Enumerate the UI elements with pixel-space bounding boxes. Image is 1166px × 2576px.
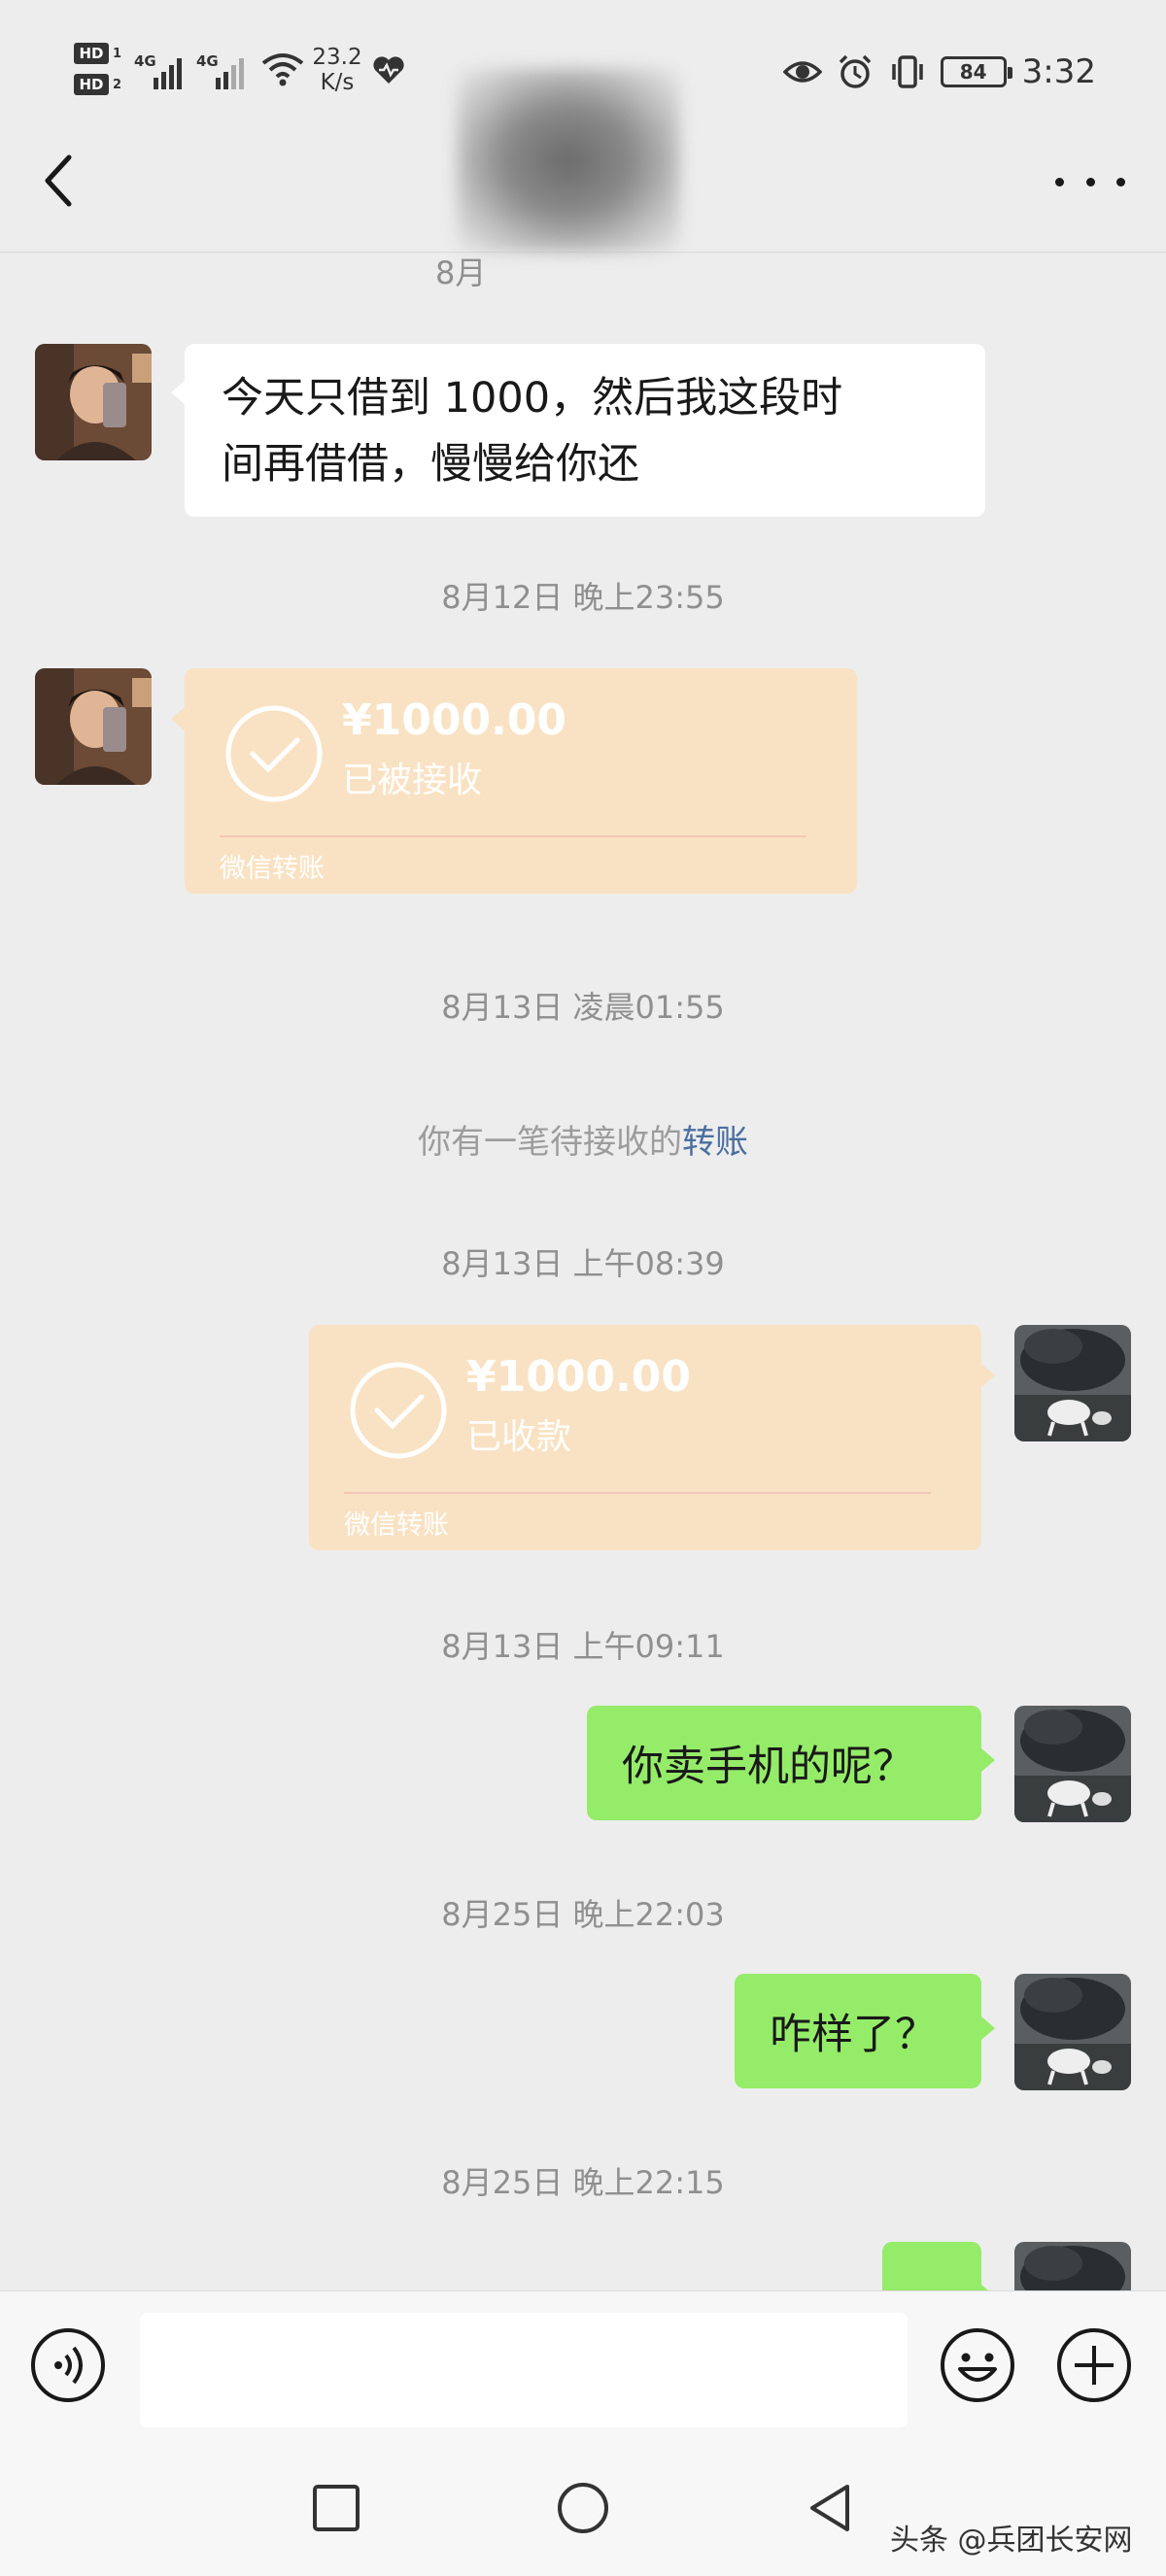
timestamp: 8月13日 上午08:39 [441,1245,725,1282]
watermark: 头条 @兵团长安网 [890,2524,1133,2558]
transfer-divider [220,835,806,837]
hd1-sub: 1 [113,47,122,61]
redacted-contact-name [457,68,680,253]
timestamp: 8月25日 晚上22:03 [441,1896,725,1933]
vibrate-icon [891,55,923,88]
contact-avatar[interactable] [35,668,152,785]
signal-1-icon [154,51,189,89]
hd2-sub: 2 [113,78,122,92]
check-circle-icon [350,1362,447,1459]
more-dot [1085,177,1095,186]
back-triangle-icon[interactable] [801,2479,859,2537]
system-notice: 你有一笔待接收的转账 [0,1115,1166,1163]
transfer-link[interactable]: 转账 [682,1123,748,1162]
recent-apps-icon[interactable] [307,2479,365,2537]
signal-2-icon [216,51,251,89]
my-avatar[interactable] [1014,1706,1131,1822]
alarm-icon [839,54,871,88]
timestamp: 8月13日 凌晨01:55 [441,989,725,1026]
status-time: 3:32 [1021,52,1096,91]
battery-icon: 84 [940,56,1012,87]
my-avatar[interactable] [1014,1974,1131,2090]
chevron-left-icon [45,154,72,207]
message-list[interactable]: 8月 今天只借到 1000，然后我这段时 间再借借，慢慢给你还 8月12日 晚上… [0,254,1166,2290]
transfer-amount: ¥1000.00 [466,1352,692,1402]
more-dot [1116,177,1125,186]
network-speed: 23.2 K/s [309,45,365,95]
timestamp: 8月12日 晚上23:55 [441,579,725,616]
timestamp: 8月13日 上午09:11 [441,1628,725,1665]
transfer-divider [344,1492,931,1494]
emoji-icon[interactable] [939,2326,1016,2404]
transfer-card-received[interactable]: ¥1000.00 已被接收 微信转账 [171,668,857,894]
voice-icon[interactable] [29,2326,107,2404]
speed-value: 23.2 [312,45,362,70]
transfer-card-collected[interactable]: ¥1000.00 已收款 微信转账 [309,1325,995,1550]
more-dot [1055,177,1064,186]
timestamp: 8月25日 晚上22:15 [441,2164,725,2201]
transfer-status: 已收款 [466,1417,572,1457]
transfer-status: 已被接收 [342,761,483,800]
more-button[interactable] [1055,165,1125,198]
status-right-group: 84 3:32 [770,49,1096,95]
heart-rate-icon [373,56,404,84]
hd2-badge: HD [74,74,109,95]
outgoing-message[interactable]: 你卖手机的呢？ [587,1706,995,1820]
android-navigation-bar: 头条 @兵团长安网 [0,2436,1166,2576]
message-input[interactable] [140,2313,908,2427]
my-avatar[interactable] [1014,1325,1131,1441]
hd-indicators: HD 1 HD 2 [74,43,132,105]
transfer-amount: ¥1000.00 [342,695,567,745]
transfer-footer: 微信转账 [344,1510,449,1541]
message-text: 咋样了？ [770,2011,937,2059]
back-button[interactable] [29,146,87,216]
system-notice-text: 你有一笔待接收的 [418,1123,682,1162]
transfer-footer: 微信转账 [220,854,325,884]
hd1-badge: HD [74,43,109,64]
outgoing-message[interactable]: 咋样了？ [735,1974,995,2088]
chat-input-bar [0,2290,1166,2436]
my-avatar[interactable] [1014,2242,1131,2290]
home-icon[interactable] [554,2479,612,2537]
eye-icon [782,61,822,83]
wifi-icon [261,53,304,86]
contact-avatar[interactable] [35,344,152,460]
battery-level: 84 [959,60,987,84]
message-text-line: 间再借借，慢慢给你还 [222,440,639,489]
speed-unit: K/s [320,70,355,95]
outgoing-message-partial[interactable] [882,2242,995,2290]
timestamp-partial: 8月 [435,254,487,291]
incoming-message[interactable]: 今天只借到 1000，然后我这段时 间再借借，慢慢给你还 [171,344,985,517]
message-text: 你卖手机的呢？ [622,1743,914,1791]
message-text-line: 今天只借到 1000，然后我这段时 [222,374,843,423]
plus-icon[interactable] [1055,2326,1133,2404]
check-circle-icon [225,705,323,802]
